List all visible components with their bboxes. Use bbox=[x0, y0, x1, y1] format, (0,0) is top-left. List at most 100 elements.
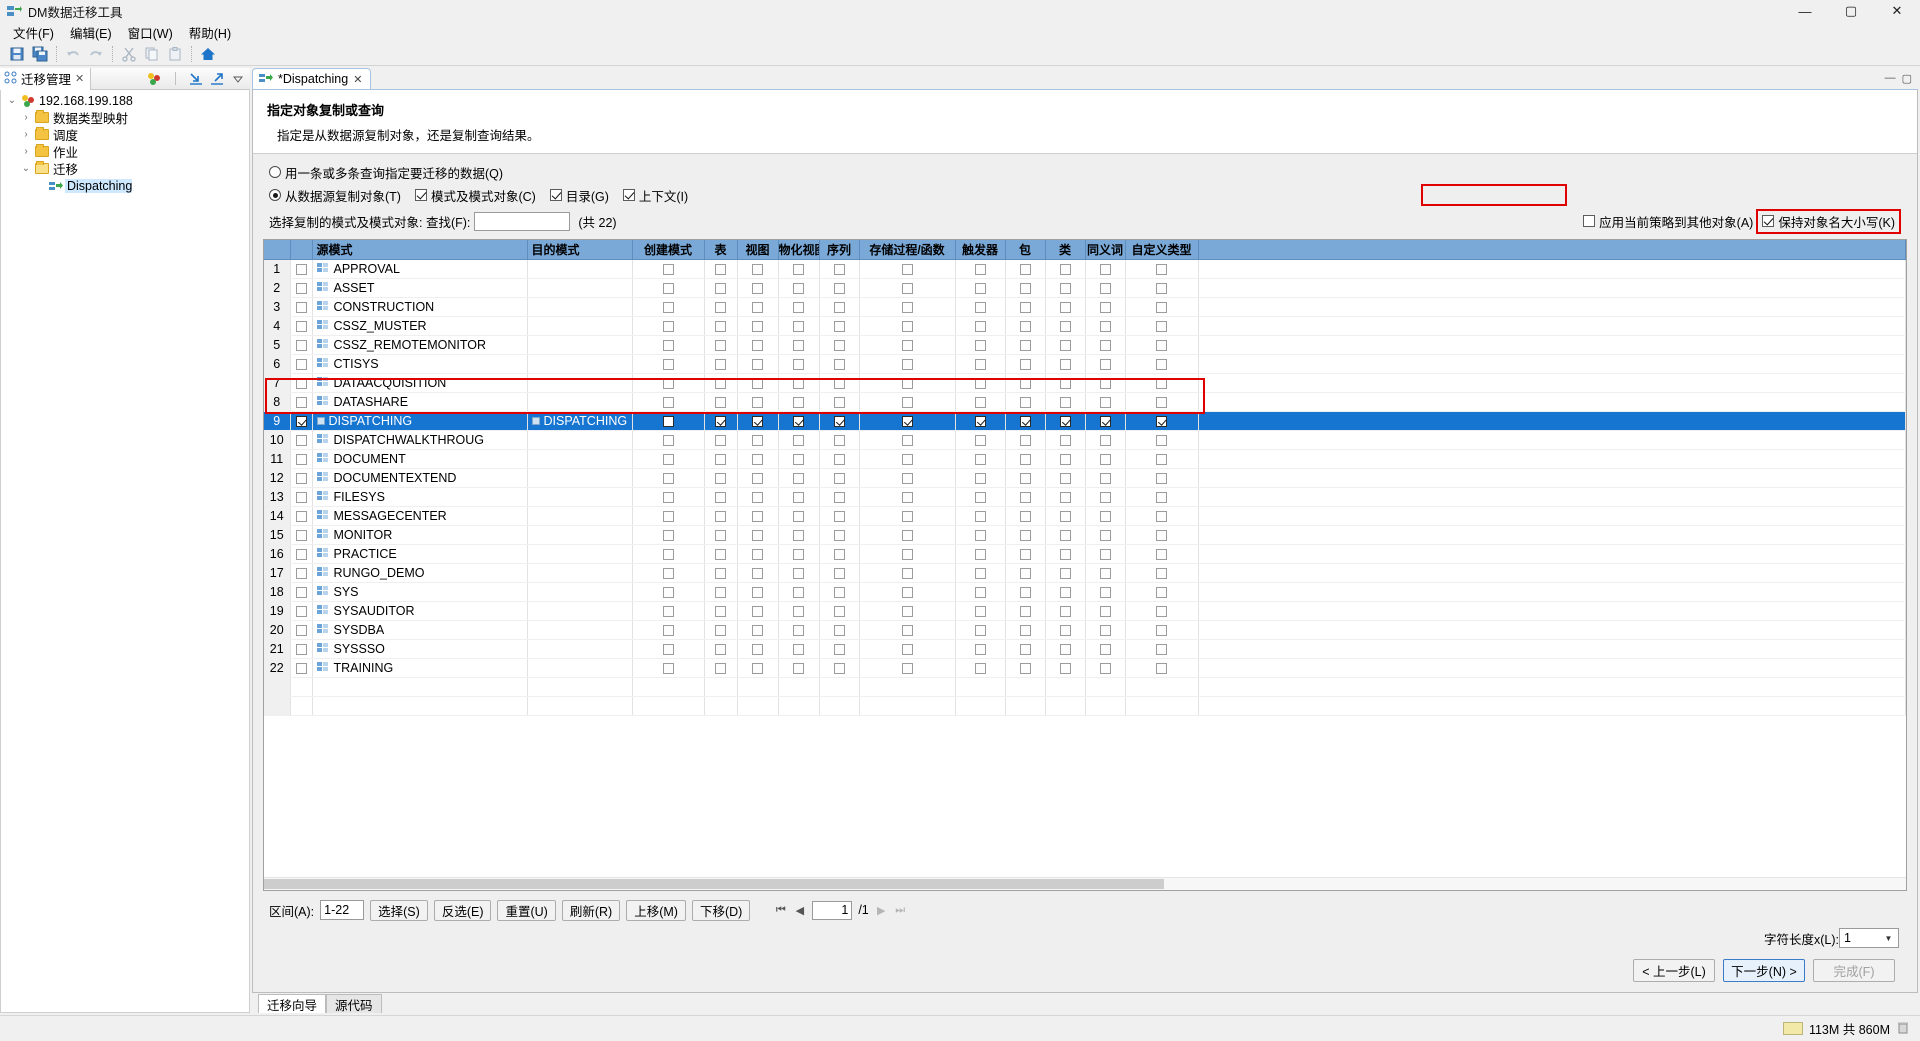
cell-trigger[interactable] bbox=[955, 544, 1006, 564]
header-sequence[interactable]: 序列 bbox=[819, 240, 860, 260]
cell-mview[interactable] bbox=[778, 259, 820, 279]
tree-node-datatype-mapping[interactable]: › 数据类型映射 bbox=[1, 109, 249, 126]
cell-create-schema[interactable] bbox=[632, 335, 705, 355]
row-select-checkbox[interactable] bbox=[290, 354, 313, 374]
cell-sequence[interactable] bbox=[819, 449, 860, 469]
cell-procedure[interactable] bbox=[859, 658, 956, 678]
dest-schema-cell[interactable] bbox=[527, 487, 633, 507]
cell-package[interactable] bbox=[1005, 297, 1046, 317]
dest-schema-cell[interactable]: DISPATCHING bbox=[527, 411, 633, 431]
cell-view[interactable] bbox=[737, 373, 779, 393]
cell-synonym[interactable] bbox=[1085, 601, 1126, 621]
cell-udt[interactable] bbox=[1125, 525, 1199, 545]
source-schema-cell[interactable]: DOCUMENT bbox=[312, 449, 528, 469]
cell-trigger[interactable] bbox=[955, 392, 1006, 412]
cell-class[interactable] bbox=[1045, 297, 1086, 317]
cell-procedure[interactable] bbox=[859, 487, 956, 507]
cell-procedure[interactable] bbox=[859, 297, 956, 317]
cell-trigger[interactable] bbox=[955, 601, 1006, 621]
cell-procedure[interactable] bbox=[859, 468, 956, 488]
cell-view[interactable] bbox=[737, 620, 779, 640]
cell-sequence[interactable] bbox=[819, 525, 860, 545]
cell-package[interactable] bbox=[1005, 582, 1046, 602]
cell-mview[interactable] bbox=[778, 620, 820, 640]
cell-table[interactable] bbox=[704, 335, 738, 355]
cell-synonym[interactable] bbox=[1085, 259, 1126, 279]
cell-synonym[interactable] bbox=[1085, 316, 1126, 336]
cell-package[interactable] bbox=[1005, 411, 1046, 431]
redo-icon[interactable] bbox=[85, 43, 107, 65]
cell-view[interactable] bbox=[737, 658, 779, 678]
row-select-checkbox[interactable] bbox=[290, 658, 313, 678]
cell-mview[interactable] bbox=[778, 506, 820, 526]
table-row[interactable]: 12 DOCUMENTEXTEND bbox=[264, 468, 1906, 488]
cell-sequence[interactable] bbox=[819, 259, 860, 279]
cell-synonym[interactable] bbox=[1085, 335, 1126, 355]
dest-schema-cell[interactable] bbox=[527, 563, 633, 583]
cell-trigger[interactable] bbox=[955, 354, 1006, 374]
table-row[interactable]: 13 FILESYS bbox=[264, 487, 1906, 507]
cell-package[interactable] bbox=[1005, 544, 1046, 564]
cell-package[interactable] bbox=[1005, 601, 1046, 621]
cell-class[interactable] bbox=[1045, 525, 1086, 545]
header-class[interactable]: 类 bbox=[1045, 240, 1086, 260]
save-icon[interactable] bbox=[6, 43, 28, 65]
menu-edit[interactable]: 编辑(E) bbox=[62, 22, 120, 43]
cell-create-schema[interactable] bbox=[632, 525, 705, 545]
cell-procedure[interactable] bbox=[859, 601, 956, 621]
cell-sequence[interactable] bbox=[819, 278, 860, 298]
cell-class[interactable] bbox=[1045, 544, 1086, 564]
cell-create-schema[interactable] bbox=[632, 658, 705, 678]
source-schema-cell[interactable]: SYSDBA bbox=[312, 620, 528, 640]
dest-schema-cell[interactable] bbox=[527, 468, 633, 488]
menu-file[interactable]: 文件(F) bbox=[5, 22, 62, 43]
source-schema-cell[interactable]: DISPATCHING bbox=[312, 411, 528, 431]
cell-trigger[interactable] bbox=[955, 335, 1006, 355]
checkbox-context[interactable] bbox=[622, 189, 635, 201]
cell-synonym[interactable] bbox=[1085, 449, 1126, 469]
import-icon[interactable] bbox=[188, 71, 204, 87]
cell-udt[interactable] bbox=[1125, 506, 1199, 526]
tab-migration-wizard[interactable]: 迁移向导 bbox=[258, 994, 327, 1013]
header-source-schema[interactable]: 源模式 bbox=[312, 240, 528, 260]
cell-mview[interactable] bbox=[778, 335, 820, 355]
chevron-down-icon[interactable]: ▼ bbox=[1881, 929, 1896, 947]
cell-synonym[interactable] bbox=[1085, 278, 1126, 298]
cell-view[interactable] bbox=[737, 354, 779, 374]
cell-mview[interactable] bbox=[778, 316, 820, 336]
cell-class[interactable] bbox=[1045, 335, 1086, 355]
select-button[interactable]: 选择(S) bbox=[370, 899, 428, 921]
cell-synonym[interactable] bbox=[1085, 620, 1126, 640]
cell-create-schema[interactable] bbox=[632, 563, 705, 583]
horizontal-scroll-thumb[interactable] bbox=[264, 879, 1164, 889]
cell-package[interactable] bbox=[1005, 278, 1046, 298]
move-up-button[interactable]: 上移(M) bbox=[626, 899, 686, 921]
cell-synonym[interactable] bbox=[1085, 392, 1126, 412]
cell-synonym[interactable] bbox=[1085, 468, 1126, 488]
cell-class[interactable] bbox=[1045, 468, 1086, 488]
save-all-icon[interactable] bbox=[29, 43, 51, 65]
cell-trigger[interactable] bbox=[955, 278, 1006, 298]
cell-mview[interactable] bbox=[778, 487, 820, 507]
row-select-checkbox[interactable] bbox=[290, 487, 313, 507]
cell-sequence[interactable] bbox=[819, 335, 860, 355]
source-schema-cell[interactable]: SYSAUDITOR bbox=[312, 601, 528, 621]
paste-icon[interactable] bbox=[164, 43, 186, 65]
header-package[interactable]: 包 bbox=[1005, 240, 1046, 260]
menu-help[interactable]: 帮助(H) bbox=[181, 22, 239, 43]
row-select-checkbox[interactable] bbox=[290, 297, 313, 317]
chevron-down-icon[interactable]: ⌄ bbox=[19, 163, 33, 174]
cell-package[interactable] bbox=[1005, 525, 1046, 545]
cell-package[interactable] bbox=[1005, 259, 1046, 279]
dest-schema-cell[interactable] bbox=[527, 392, 633, 412]
dest-schema-cell[interactable] bbox=[527, 316, 633, 336]
row-select-checkbox[interactable] bbox=[290, 620, 313, 640]
cell-trigger[interactable] bbox=[955, 487, 1006, 507]
cell-udt[interactable] bbox=[1125, 487, 1199, 507]
dest-schema-cell[interactable] bbox=[527, 449, 633, 469]
dest-schema-cell[interactable] bbox=[527, 658, 633, 678]
cell-trigger[interactable] bbox=[955, 506, 1006, 526]
cell-class[interactable] bbox=[1045, 278, 1086, 298]
trash-icon[interactable] bbox=[1896, 1020, 1910, 1037]
cell-table[interactable] bbox=[704, 411, 738, 431]
